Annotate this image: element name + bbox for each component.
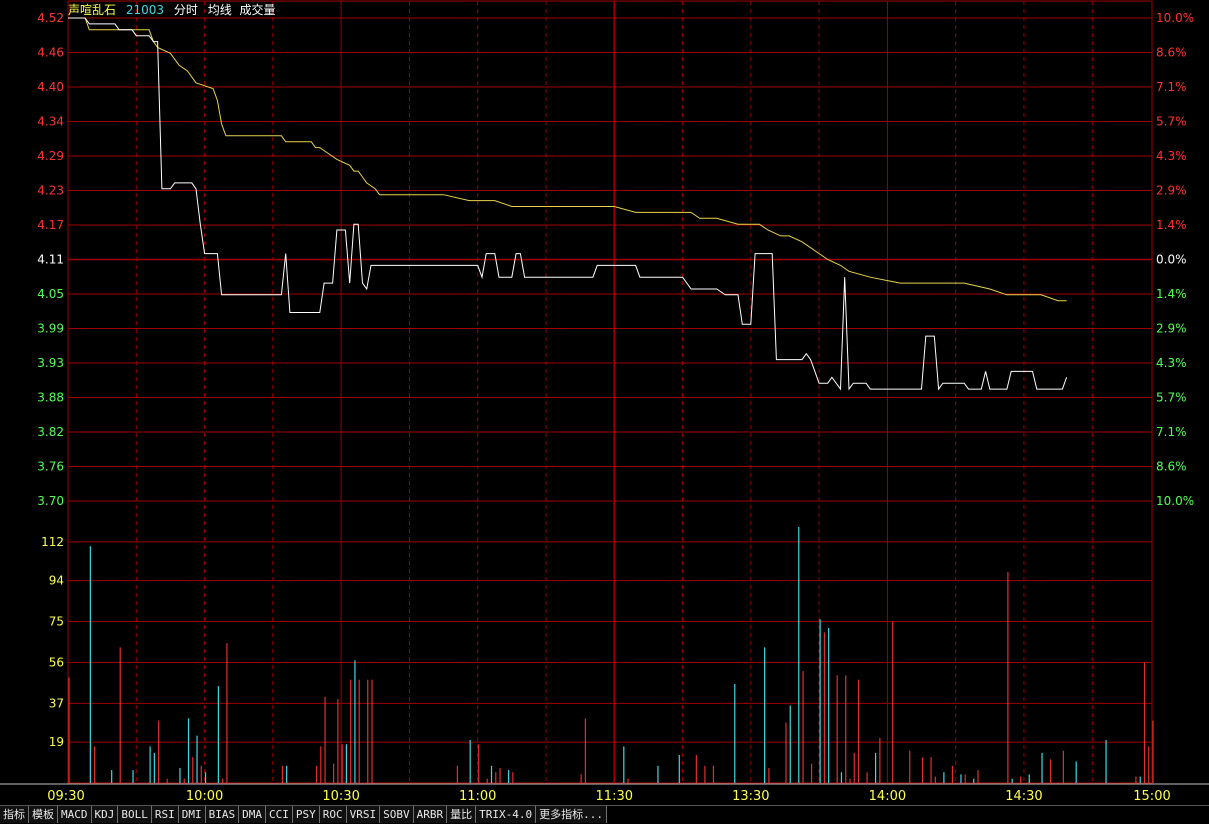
chart-grid <box>0 0 1209 785</box>
time-tick-label: 11:30 <box>596 789 633 804</box>
price-tick-label: 3.70 <box>37 494 64 508</box>
indicator-tab-bar: 指标 模板 MACD KDJ BOLL RSI DMI BIAS DMA CCI PSY ROC VRS… <box>0 805 1209 824</box>
price-tick-label: 3.93 <box>37 356 64 370</box>
indicator-tab[interactable]: DMI <box>178 806 206 823</box>
price-tick-label: 4.46 <box>37 46 64 60</box>
price-line <box>68 17 1068 391</box>
header-label-volume: 成交量 <box>239 3 276 17</box>
indicator-tab[interactable]: CCI <box>266 806 293 823</box>
percent-tick-label: 0.0% <box>1156 253 1187 267</box>
time-tick-label: 10:30 <box>322 789 359 804</box>
price-tick-label: 4.40 <box>37 80 64 94</box>
percent-tick-label: 4.3% <box>1156 356 1187 370</box>
volume-tick-label: 75 <box>49 615 64 629</box>
volume-tick-label: 19 <box>49 735 64 749</box>
percent-tick-label: 7.1% <box>1156 80 1187 94</box>
percent-tick-label: 2.9% <box>1156 322 1187 336</box>
chart-header: 声喧乱石 21003 分时 均线 成交量 <box>68 2 282 18</box>
indicator-tab[interactable]: RSI <box>151 806 179 823</box>
indicator-tab[interactable]: SOBV <box>380 806 414 823</box>
time-tick-label: 11:00 <box>459 789 496 804</box>
header-label-timeshare: 分时 <box>173 3 198 17</box>
chart-frame <box>67 0 1153 784</box>
time-tick-label: 14:00 <box>869 789 906 804</box>
percent-tick-label: 1.4% <box>1156 218 1187 232</box>
intraday-chart[interactable]: 4.52 10.0% 4.46 8.6% 4.40 7.1% 4.34 5.7% 4.29 4.3… <box>0 0 1209 805</box>
volume-tick-label: 37 <box>49 696 64 710</box>
percent-tick-label: 2.9% <box>1156 184 1187 198</box>
percent-tick-label: 5.7% <box>1156 115 1187 129</box>
time-tick-label: 13:30 <box>732 789 769 804</box>
indicator-tab[interactable]: PSY <box>292 806 320 823</box>
indicator-tab[interactable]: 模板 <box>29 806 58 823</box>
time-tick-label: 14:30 <box>1005 789 1042 804</box>
time-tick-label: 09:30 <box>47 789 84 804</box>
price-tick-label: 3.99 <box>37 322 64 336</box>
price-tick-label: 4.34 <box>37 115 64 129</box>
time-tick-label: 15:00 <box>1133 789 1170 804</box>
percent-tick-label: 1.4% <box>1156 287 1187 301</box>
price-tick-label: 4.05 <box>37 287 64 301</box>
price-tick-label: 4.52 <box>37 11 64 25</box>
indicator-tab[interactable]: TRIX-4.0 <box>476 806 537 823</box>
percent-tick-label: 7.1% <box>1156 425 1187 439</box>
percent-tick-label: 10.0% <box>1156 494 1194 508</box>
percent-tick-label: 5.7% <box>1156 391 1187 405</box>
percent-tick-label: 8.6% <box>1156 460 1187 474</box>
volume-tick-label: 112 <box>41 535 64 549</box>
indicator-tab[interactable]: 量比 <box>447 806 477 823</box>
percent-tick-label: 10.0% <box>1156 11 1194 25</box>
indicator-tab[interactable]: ROC <box>319 806 347 823</box>
volume-bars <box>68 526 1154 783</box>
header-label-average: 均线 <box>207 3 232 17</box>
percent-tick-label: 8.6% <box>1156 46 1187 60</box>
indicator-tab[interactable]: MACD <box>58 806 92 823</box>
indicator-tab[interactable]: ARBR <box>413 806 448 823</box>
price-tick-label: 4.29 <box>37 149 64 163</box>
axis-tick-labels: 4.52 10.0% 4.46 8.6% 4.40 7.1% 4.34 5.7% 4.29 4.3… <box>37 11 1194 804</box>
indicator-tab[interactable]: 更多指标... <box>536 806 607 823</box>
price-tick-label: 4.23 <box>37 184 64 198</box>
time-tick-label: 10:00 <box>186 789 223 804</box>
indicator-tab[interactable]: KDJ <box>91 806 119 823</box>
indicator-tab[interactable]: 指标 <box>0 806 29 823</box>
volume-tick-label: 56 <box>49 655 64 669</box>
indicator-tab[interactable]: DMA <box>239 806 266 823</box>
indicator-tab[interactable]: VRSI <box>346 806 381 823</box>
price-tick-label: 3.88 <box>37 391 64 405</box>
price-tick-label: 4.11 <box>37 253 64 267</box>
price-tick-label: 4.17 <box>37 218 64 232</box>
price-tick-label: 3.82 <box>37 425 64 439</box>
stock-name: 声喧乱石 <box>68 3 117 17</box>
indicator-tab[interactable]: BIAS <box>205 806 240 823</box>
volume-tick-label: 94 <box>49 574 64 588</box>
percent-tick-label: 4.3% <box>1156 149 1187 163</box>
price-tick-label: 3.76 <box>37 460 64 474</box>
indicator-tab[interactable]: BOLL <box>118 806 152 823</box>
stock-code: 21003 <box>125 3 165 17</box>
